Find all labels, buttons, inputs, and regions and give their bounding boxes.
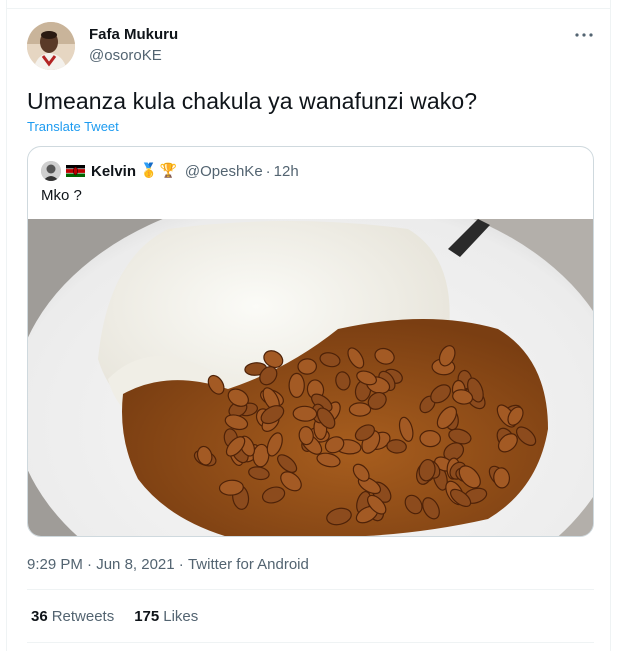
tweet-date[interactable]: Jun 8, 2021 (96, 556, 174, 573)
quoted-author-handle: @OpeshKe (184, 162, 263, 180)
quoted-tweet[interactable]: Kelvin 🥇 🏆 @OpeshKe · 12h Mko ? (27, 146, 594, 537)
kenya-flag-icon (66, 165, 85, 177)
quoted-tweet-photo[interactable] (28, 219, 593, 536)
bean-shape (419, 429, 441, 448)
bean-shape (348, 402, 372, 417)
author-name[interactable]: Fafa Mukuru (89, 26, 178, 43)
author-avatar[interactable] (27, 22, 75, 70)
quoted-tweet-header: Kelvin 🥇 🏆 @OpeshKe · 12h (41, 161, 299, 181)
tweet-time[interactable]: 9:29 PM (27, 556, 83, 573)
retweets-count: 36 (31, 608, 48, 625)
likes-label: Likes (163, 608, 199, 625)
divider (27, 642, 594, 643)
bean-shape (297, 358, 317, 375)
author-handle[interactable]: @osoroKE (89, 47, 162, 64)
likes-count: 175 (134, 608, 160, 625)
separator-dot: · (265, 162, 271, 180)
quoted-author-avatar (41, 161, 61, 181)
quoted-tweet-text: Mko ? (41, 187, 82, 204)
bean-shape (292, 405, 318, 422)
tweet-meta: 9:29 PM · Jun 8, 2021 · Twitter for Andr… (27, 556, 309, 573)
medal-icon: 🥇 (140, 163, 158, 179)
more-options-button[interactable] (571, 26, 597, 44)
tweet-source-link[interactable]: Twitter for Android (188, 556, 309, 573)
divider (27, 589, 594, 590)
retweets-label: Retweets (51, 608, 115, 625)
trophy-icon: 🏆 (159, 163, 177, 179)
ellipsis-icon (575, 33, 593, 37)
likes-stat[interactable]: 175 Likes (134, 608, 198, 625)
translate-tweet-link[interactable]: Translate Tweet (27, 119, 119, 134)
tweet-stats: 36 Retweets 175 Likes (31, 608, 218, 625)
quoted-tweet-time: 12h (273, 162, 299, 180)
tweet-text: Umeanza kula chakula ya wanafunzi wako? (27, 88, 478, 114)
bean-shape (288, 372, 305, 398)
quoted-author-name: Kelvin (91, 162, 137, 180)
retweets-stat[interactable]: 36 Retweets (31, 608, 114, 625)
top-border (6, 8, 611, 9)
